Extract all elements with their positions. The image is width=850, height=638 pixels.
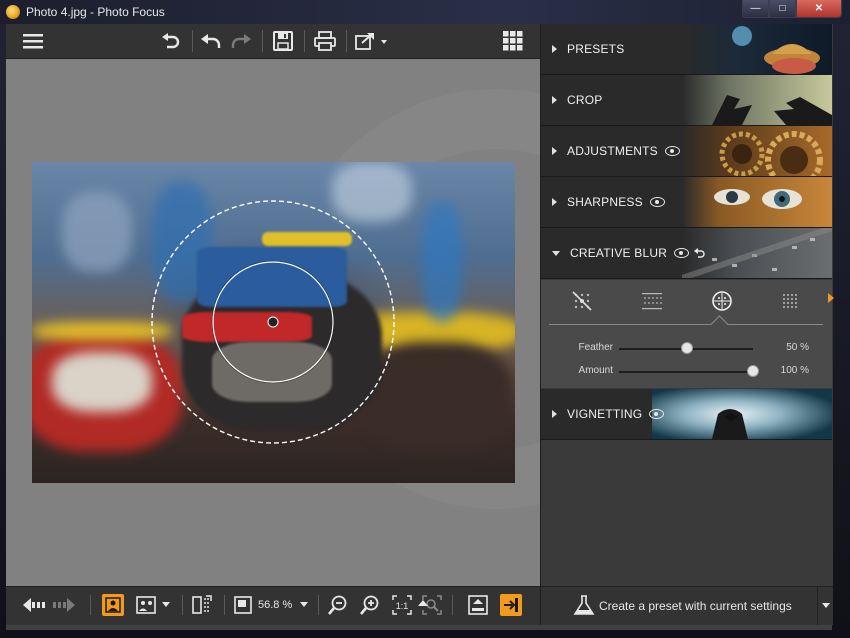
minimize-button[interactable]: — xyxy=(742,0,769,18)
zoom-value: 56.8 % xyxy=(258,599,293,611)
filmstrip-toggle-icon[interactable] xyxy=(418,600,428,606)
photo-preview[interactable] xyxy=(32,162,515,483)
focus-overlay[interactable] xyxy=(32,162,515,483)
visibility-eye-icon[interactable] xyxy=(649,197,665,207)
zoom-in-icon[interactable] xyxy=(358,594,382,616)
section-label: CREATIVE BLUR xyxy=(570,246,668,260)
fit-window-icon[interactable] xyxy=(234,596,252,614)
client-area: PRESETS CROP ADJUSTMENTS SHARPNESS CREAT… xyxy=(6,24,833,630)
grid-view-icon[interactable] xyxy=(500,29,526,53)
flask-icon xyxy=(573,595,595,615)
crop-art xyxy=(682,75,832,125)
compare-view-icon[interactable] xyxy=(134,594,158,616)
slider-track[interactable] xyxy=(619,371,753,373)
full-blur-icon[interactable] xyxy=(779,290,801,312)
svg-text:1:1: 1:1 xyxy=(396,601,409,611)
slider-label: Feather xyxy=(578,342,613,353)
section-presets[interactable]: PRESETS xyxy=(541,24,832,75)
presets-art xyxy=(682,24,832,74)
visibility-eye-icon[interactable] xyxy=(649,409,665,419)
feather-slider[interactable]: Feather 50 % xyxy=(541,338,832,358)
section-creative-blur[interactable]: CREATIVE BLUR xyxy=(541,228,832,279)
slider-handle[interactable] xyxy=(747,365,759,377)
slider-value: 100 % xyxy=(780,365,809,376)
close-button[interactable]: ✕ xyxy=(796,0,842,18)
export-icon[interactable] xyxy=(466,594,490,616)
bottom-toolbar: 56.8 % 1:1 xyxy=(6,586,540,625)
reset-icon[interactable] xyxy=(158,29,184,53)
preset-dropdown-icon[interactable] xyxy=(822,603,830,609)
adjustments-panel: PRESETS CROP ADJUSTMENTS SHARPNESS CREAT… xyxy=(540,24,833,586)
section-adjustments[interactable]: ADJUSTMENTS xyxy=(541,126,832,177)
preset-dropdown[interactable] xyxy=(817,587,834,625)
actual-size-icon[interactable]: 1:1 xyxy=(390,594,414,616)
linear-blur-icon[interactable] xyxy=(641,290,663,312)
slider-handle[interactable] xyxy=(681,342,693,354)
undo-icon[interactable] xyxy=(198,29,224,53)
save-icon[interactable] xyxy=(270,29,296,53)
zoom-control[interactable]: 56.8 % xyxy=(234,594,309,616)
slider-value: 50 % xyxy=(786,342,809,353)
blur-off-icon[interactable] xyxy=(571,290,593,312)
redo-icon[interactable] xyxy=(228,29,254,53)
preset-label: Create a preset with current settings xyxy=(599,599,792,613)
section-sharpness[interactable]: SHARPNESS xyxy=(541,177,832,228)
create-preset-button[interactable]: Create a preset with current settings xyxy=(540,586,833,625)
next-image-icon[interactable] xyxy=(52,594,76,616)
tool-divider xyxy=(549,324,823,325)
radial-blur-icon[interactable] xyxy=(711,290,733,312)
zoom-out-icon[interactable] xyxy=(326,594,350,616)
section-label: ADJUSTMENTS xyxy=(567,144,658,158)
adjustments-art xyxy=(682,126,832,176)
single-view-icon[interactable] xyxy=(102,594,124,616)
window-title: Photo 4.jpg - Photo Focus xyxy=(26,5,165,19)
maximize-button[interactable]: □ xyxy=(769,0,796,18)
menu-icon[interactable] xyxy=(20,29,46,53)
visibility-eye-icon[interactable] xyxy=(674,248,690,258)
sharpness-art xyxy=(682,177,832,227)
slider-label: Amount xyxy=(578,365,613,376)
top-toolbar xyxy=(6,24,540,59)
section-label: VIGNETTING xyxy=(567,407,643,421)
share-icon[interactable] xyxy=(354,29,390,53)
section-label: SHARPNESS xyxy=(567,195,643,209)
print-icon[interactable] xyxy=(312,29,338,53)
previous-image-icon[interactable] xyxy=(22,594,46,616)
amount-slider[interactable]: Amount 100 % xyxy=(541,361,832,381)
compare-dropdown-icon[interactable] xyxy=(160,594,172,616)
reset-section-icon[interactable] xyxy=(694,247,706,259)
app-icon xyxy=(6,5,20,19)
split-view-icon[interactable] xyxy=(190,594,214,616)
zoom-dropdown-icon[interactable] xyxy=(300,602,309,608)
image-canvas[interactable] xyxy=(6,59,540,586)
toggle-panel-icon[interactable] xyxy=(500,594,522,616)
title-bar: Photo 4.jpg - Photo Focus — □ ✕ xyxy=(0,0,850,24)
section-vignetting[interactable]: VIGNETTING xyxy=(541,389,832,440)
section-crop[interactable]: CROP xyxy=(541,75,832,126)
creative-blur-controls: Feather 50 % Amount 100 % xyxy=(541,280,832,388)
visibility-eye-icon[interactable] xyxy=(664,146,680,156)
app-window: Photo 4.jpg - Photo Focus — □ ✕ PRESETS … xyxy=(0,0,850,638)
section-label: PRESETS xyxy=(567,42,625,56)
vignetting-art xyxy=(652,389,832,439)
section-label: CROP xyxy=(567,93,603,107)
panel-collapse-arrow[interactable] xyxy=(828,293,834,303)
